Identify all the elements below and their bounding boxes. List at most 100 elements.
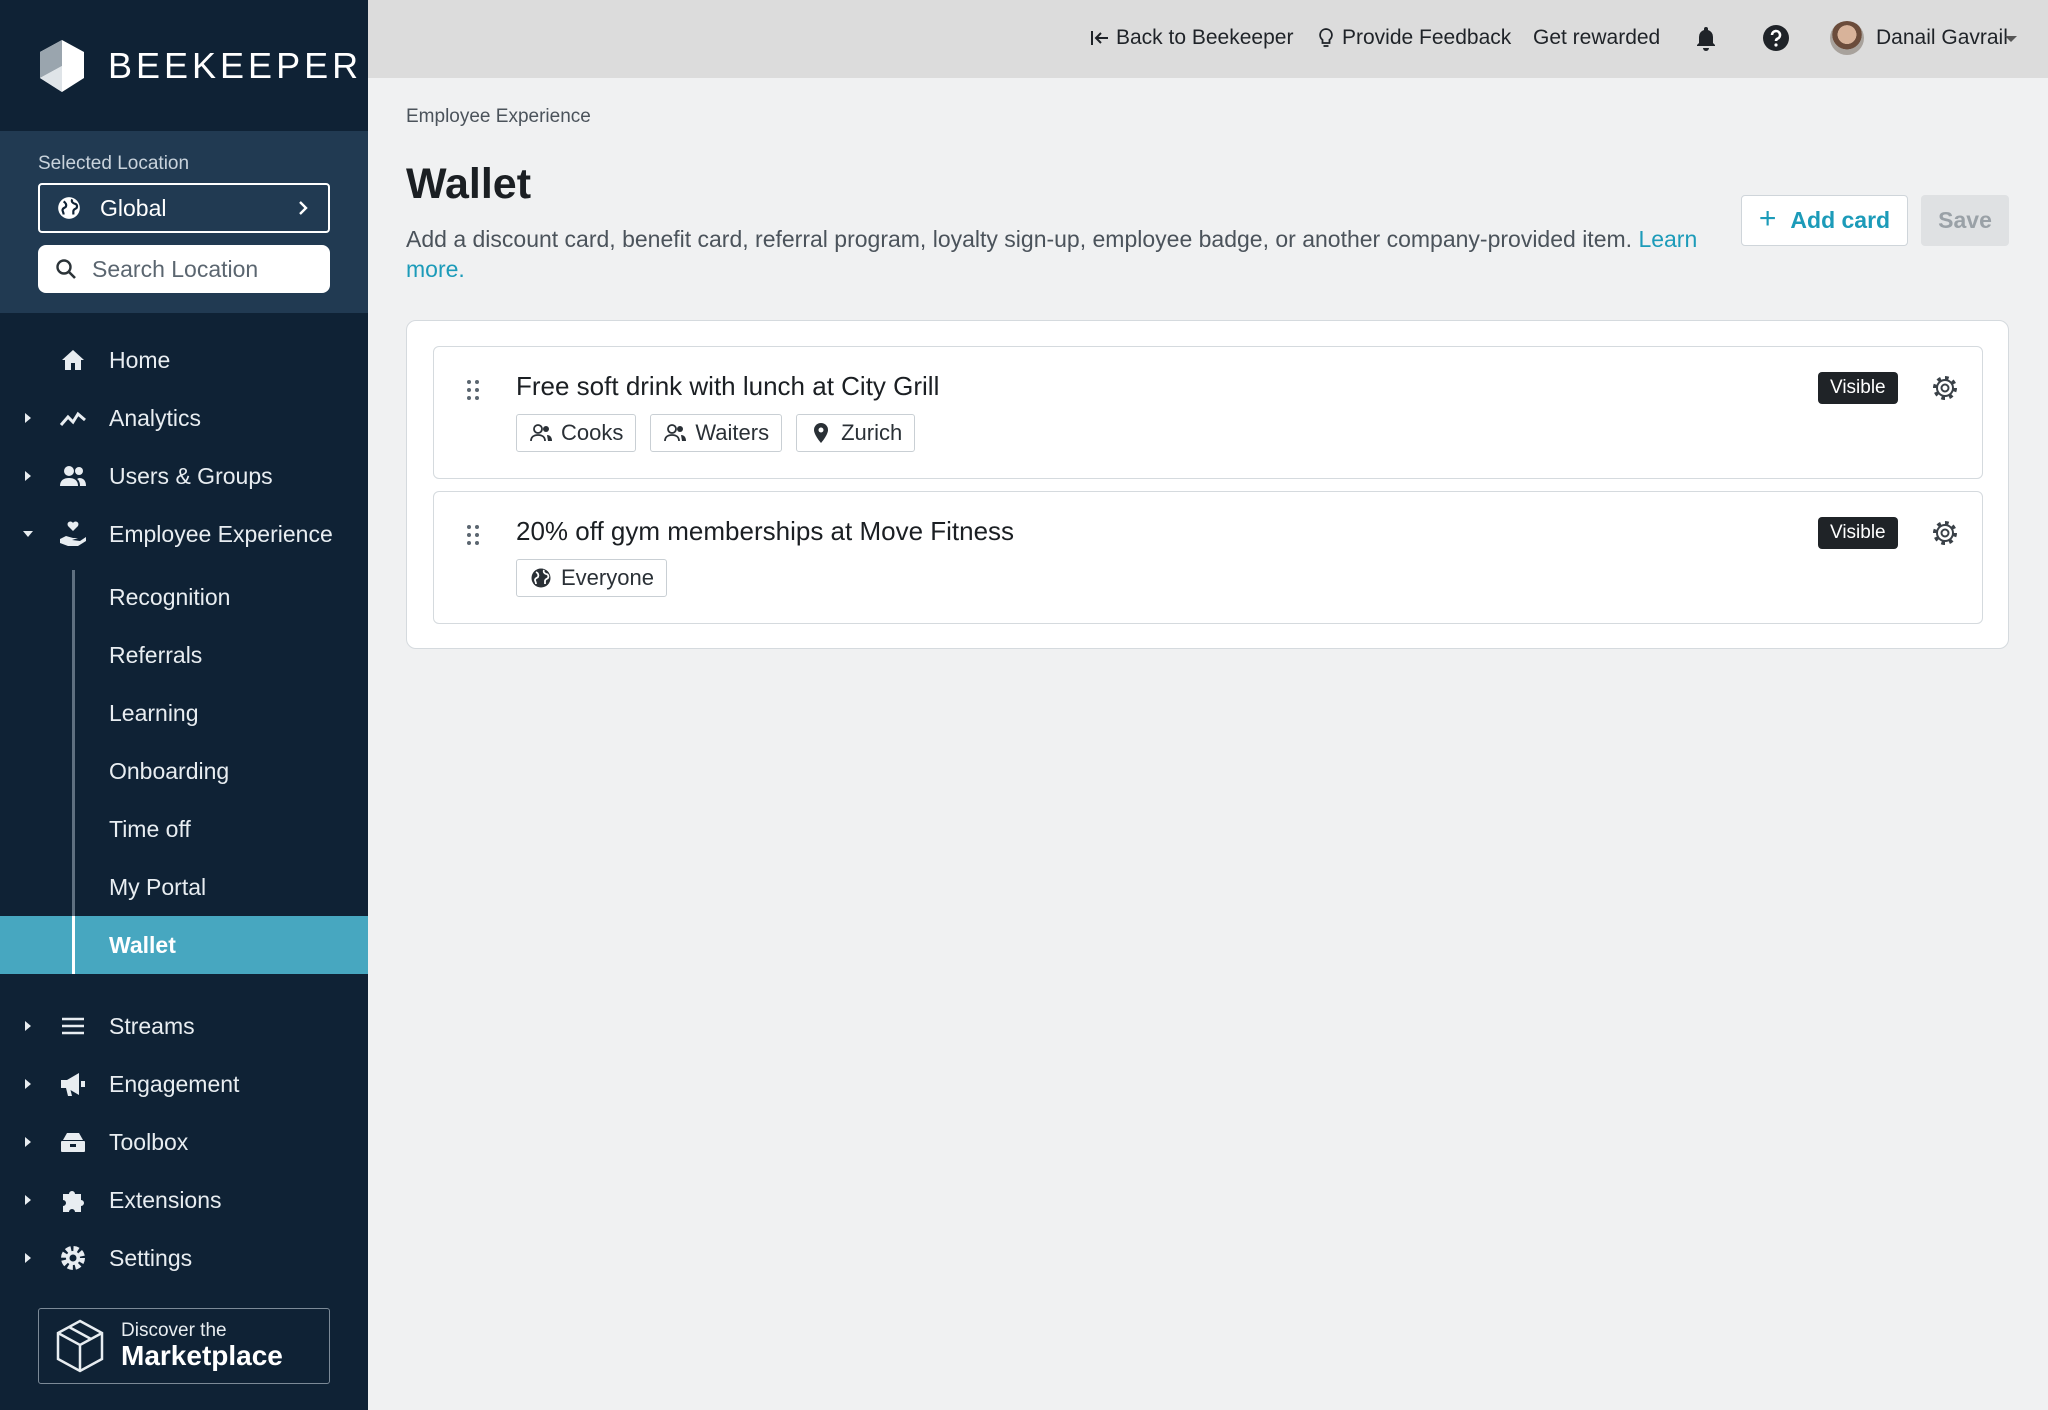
sidebar: BEEKEEPER Selected Location Global Searc… <box>0 0 368 1410</box>
sidebar-subitem-label: Onboarding <box>109 757 230 784</box>
provide-feedback-label: Provide Feedback <box>1342 26 1512 49</box>
sidebar-subitem-label: Recognition <box>109 583 231 610</box>
sidebar-subitem-label: Referrals <box>109 641 203 668</box>
audience-tag-label: Zurich <box>841 420 903 445</box>
users-icon <box>60 466 86 486</box>
back-to-beekeeper-label: Back to Beekeeper <box>1116 26 1294 49</box>
selected-location-value: Global <box>100 194 167 221</box>
sidebar-subitem-recognition[interactable]: Recognition <box>0 568 368 626</box>
visibility-badge: Visible <box>1818 517 1898 549</box>
caret-right-icon <box>25 1253 31 1263</box>
marketplace-line2: Marketplace <box>121 1340 283 1371</box>
drag-handle-icon[interactable] <box>466 379 480 401</box>
globe-icon <box>531 568 551 588</box>
group-icon <box>664 424 687 442</box>
brand-logo[interactable]: BEEKEEPER <box>0 0 368 131</box>
plus-icon: + <box>1758 202 1777 235</box>
toolbox-icon <box>61 1133 85 1152</box>
sidebar-subitem-label: Learning <box>109 699 199 726</box>
caret-right-icon <box>25 413 31 423</box>
audience-tag: Everyone <box>516 559 667 597</box>
sidebar-item-analytics[interactable]: Analytics <box>0 389 368 447</box>
avatar[interactable] <box>1830 21 1864 55</box>
breadcrumb[interactable]: Employee Experience <box>406 106 591 128</box>
gear-icon[interactable] <box>1930 518 1960 548</box>
sidebar-item-label: Employee Experience <box>109 520 333 547</box>
analytics-icon <box>59 411 86 426</box>
sidebar-subitem-referrals[interactable]: Referrals <box>0 626 368 684</box>
back-to-beekeeper-link[interactable]: Back to Beekeeper <box>1090 26 1293 50</box>
sidebar-subitem-onboarding[interactable]: Onboarding <box>0 742 368 800</box>
wallet-card[interactable]: 20% off gym memberships at Move Fitness … <box>433 491 1983 624</box>
sidebar-item-users-groups[interactable]: Users & Groups <box>0 447 368 505</box>
marketplace-line1: Discover the <box>121 1320 227 1341</box>
card-title: 20% off gym memberships at Move Fitness <box>516 516 1015 546</box>
location-pin-icon <box>814 423 829 443</box>
employee-experience-icon <box>60 521 86 546</box>
sidebar-item-label: Settings <box>109 1244 193 1271</box>
caret-right-icon <box>25 1137 31 1147</box>
chevron-right-icon <box>299 201 308 215</box>
drag-handle-icon[interactable] <box>466 524 480 546</box>
add-card-button[interactable]: + Add card <box>1741 195 1908 246</box>
get-rewarded-label: Get rewarded <box>1533 26 1661 49</box>
provide-feedback-link[interactable]: Provide Feedback <box>1316 26 1511 50</box>
home-icon <box>62 350 84 370</box>
sidebar-subitem-time-off[interactable]: Time off <box>0 800 368 858</box>
page-description-text: Add a discount card, benefit card, refer… <box>406 226 1633 252</box>
sidebar-subitem-my-portal[interactable]: My Portal <box>0 858 368 916</box>
sidebar-item-employee-experience[interactable]: Employee Experience <box>0 505 368 563</box>
sidebar-item-label: Toolbox <box>109 1128 189 1155</box>
sidebar-subitem-label: Wallet <box>109 931 176 958</box>
puzzle-icon <box>63 1191 84 1212</box>
caret-right-icon <box>25 1079 31 1089</box>
audience-tag-label: Waiters <box>695 420 770 445</box>
wallet-card[interactable]: Free soft drink with lunch at City Grill… <box>433 346 1983 479</box>
back-arrow-icon <box>1091 31 1108 45</box>
sidebar-item-label: Users & Groups <box>109 462 273 489</box>
help-icon[interactable] <box>1762 24 1790 52</box>
sidebar-item-toolbox[interactable]: Toolbox <box>0 1113 368 1171</box>
bell-icon[interactable] <box>1692 24 1720 52</box>
selected-location-label: Selected Location <box>38 153 190 174</box>
search-icon <box>56 259 76 279</box>
card-title: Free soft drink with lunch at City Grill <box>516 371 940 401</box>
user-name[interactable]: Danail Gavrail <box>1876 26 2008 50</box>
streams-icon <box>62 1017 84 1035</box>
globe-icon <box>58 197 80 219</box>
location-panel: Selected Location Global Search Location <box>0 131 368 313</box>
page-title: Wallet <box>406 160 532 208</box>
caret-down-icon[interactable] <box>2005 36 2017 42</box>
sidebar-item-label: Home <box>109 346 171 373</box>
audience-tags: Cooks Waiters Zurich <box>516 414 916 452</box>
gear-icon[interactable] <box>1930 373 1960 403</box>
get-rewarded-link[interactable]: Get rewarded <box>1533 26 1660 50</box>
cards-panel: Free soft drink with lunch at City Grill… <box>406 320 2009 649</box>
audience-tag-label: Cooks <box>561 420 624 445</box>
sidebar-item-engagement[interactable]: Engagement <box>0 1055 368 1113</box>
audience-tags: Everyone <box>516 559 667 597</box>
sidebar-item-streams[interactable]: Streams <box>0 997 368 1055</box>
sidebar-item-label: Analytics <box>109 404 202 431</box>
page-description: Add a discount card, benefit card, refer… <box>406 224 1706 284</box>
sidebar-subitem-wallet[interactable]: Wallet <box>0 916 368 974</box>
sidebar-item-label: Extensions <box>109 1186 222 1213</box>
sidebar-item-label: Engagement <box>109 1070 240 1097</box>
gear-icon <box>61 1246 85 1270</box>
visibility-badge: Visible <box>1818 372 1898 404</box>
sidebar-item-extensions[interactable]: Extensions <box>0 1171 368 1229</box>
beekeeper-logo-icon <box>40 39 84 92</box>
lightbulb-icon <box>1319 28 1333 47</box>
save-button[interactable]: Save <box>1921 195 2009 246</box>
marketplace-banner[interactable]: Discover the Marketplace <box>38 1308 330 1384</box>
sidebar-subitem-learning[interactable]: Learning <box>0 684 368 742</box>
location-search-input[interactable]: Search Location <box>38 245 330 293</box>
topbar: Back to Beekeeper Provide Feedback Get r… <box>368 0 2048 78</box>
sidebar-item-home[interactable]: Home <box>0 331 368 389</box>
location-selector[interactable]: Global <box>38 183 330 233</box>
audience-tag-label: Everyone <box>561 565 654 590</box>
group-icon <box>530 424 552 442</box>
sidebar-subitem-label: My Portal <box>109 873 207 900</box>
sidebar-item-settings[interactable]: Settings <box>0 1229 368 1287</box>
megaphone-icon <box>61 1073 85 1096</box>
